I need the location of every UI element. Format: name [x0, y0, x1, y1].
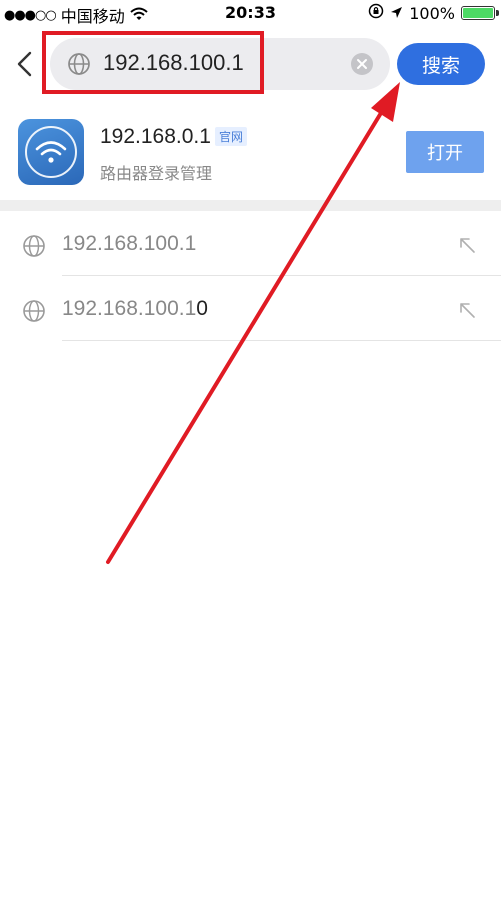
status-right: 100%: [368, 3, 499, 23]
globe-icon: [22, 299, 46, 323]
suggestion-match: 192.168.100.1: [62, 232, 197, 255]
suggestion-item[interactable]: 192.168.100.10: [0, 277, 501, 341]
row-divider: [62, 275, 501, 276]
back-chevron-icon[interactable]: [14, 51, 36, 77]
row-divider: [62, 340, 501, 341]
battery-level: [463, 8, 493, 18]
orientation-lock-icon: [368, 3, 384, 23]
fill-arrow-icon[interactable]: [458, 236, 476, 254]
status-bar: ●●●○○ 中国移动 20:33 100%: [0, 0, 501, 26]
result-title[interactable]: 192.168.0.1: [100, 125, 211, 149]
fill-arrow-icon[interactable]: [458, 301, 476, 319]
result-subtitle: 路由器登录管理: [100, 164, 213, 183]
search-header: 192.168.100.1 搜索: [0, 26, 501, 102]
suggestion-text[interactable]: 192.168.100.1: [62, 232, 196, 256]
official-badge: 官网: [215, 127, 248, 146]
search-button[interactable]: 搜索: [397, 43, 485, 85]
highlight-annotation-box: [42, 31, 264, 94]
battery-percent: 100%: [409, 3, 455, 23]
suggestion-text[interactable]: 192.168.100.10: [62, 297, 208, 321]
clear-icon[interactable]: [350, 52, 374, 76]
open-button[interactable]: 打开: [406, 131, 484, 173]
location-icon: [390, 4, 403, 23]
suggestion-match: 192.168.100.1: [62, 297, 197, 320]
wifi-icon: [18, 119, 84, 185]
section-divider: [0, 200, 501, 211]
result-card[interactable]: 192.168.0.1 官网 路由器登录管理 打开: [0, 110, 501, 196]
battery-icon: [461, 6, 499, 20]
suggestion-completion: 0: [196, 297, 208, 320]
globe-icon: [22, 234, 46, 258]
suggestion-item[interactable]: 192.168.100.1: [0, 212, 501, 276]
